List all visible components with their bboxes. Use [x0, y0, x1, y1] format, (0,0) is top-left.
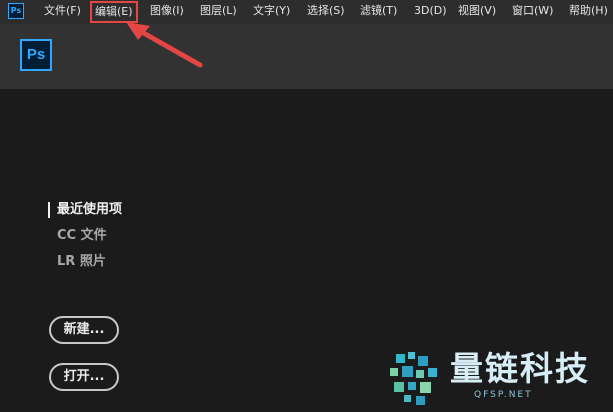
menu-layer[interactable]: 图层(L): [200, 0, 237, 24]
menu-type[interactable]: 文字(Y): [253, 0, 290, 24]
photoshop-app-icon[interactable]: Ps: [8, 3, 24, 19]
watermark-subtext: QFSP.NET: [474, 390, 533, 400]
nav-item-recent[interactable]: 最近使用项: [48, 201, 122, 219]
menu-bar: Ps 文件(F) 编辑(E) 图像(I) 图层(L) 文字(Y) 选择(S) 滤…: [0, 0, 613, 24]
open-button[interactable]: 打开...: [49, 363, 119, 391]
menu-help[interactable]: 帮助(H): [569, 0, 608, 24]
menu-edit[interactable]: 编辑(E): [90, 1, 138, 23]
menu-select[interactable]: 选择(S): [307, 0, 345, 24]
nav-item-lr-photos[interactable]: LR 照片: [48, 253, 106, 271]
menu-filter[interactable]: 滤镜(T): [360, 0, 397, 24]
nav-item-cc-files[interactable]: CC 文件: [48, 227, 107, 245]
menu-3d[interactable]: 3D(D): [414, 0, 447, 24]
new-button[interactable]: 新建...: [49, 316, 119, 344]
watermark-logo-icon: [390, 352, 437, 405]
menu-file[interactable]: 文件(F): [44, 0, 81, 24]
menu-image[interactable]: 图像(I): [150, 0, 184, 24]
menu-view[interactable]: 视图(V): [458, 0, 496, 24]
watermark-text: 量链科技: [450, 349, 590, 388]
menu-window[interactable]: 窗口(W): [512, 0, 553, 24]
home-header: [0, 24, 613, 89]
photoshop-logo-icon: Ps: [20, 39, 52, 71]
watermark: 量链科技 QFSP.NET: [386, 346, 613, 408]
